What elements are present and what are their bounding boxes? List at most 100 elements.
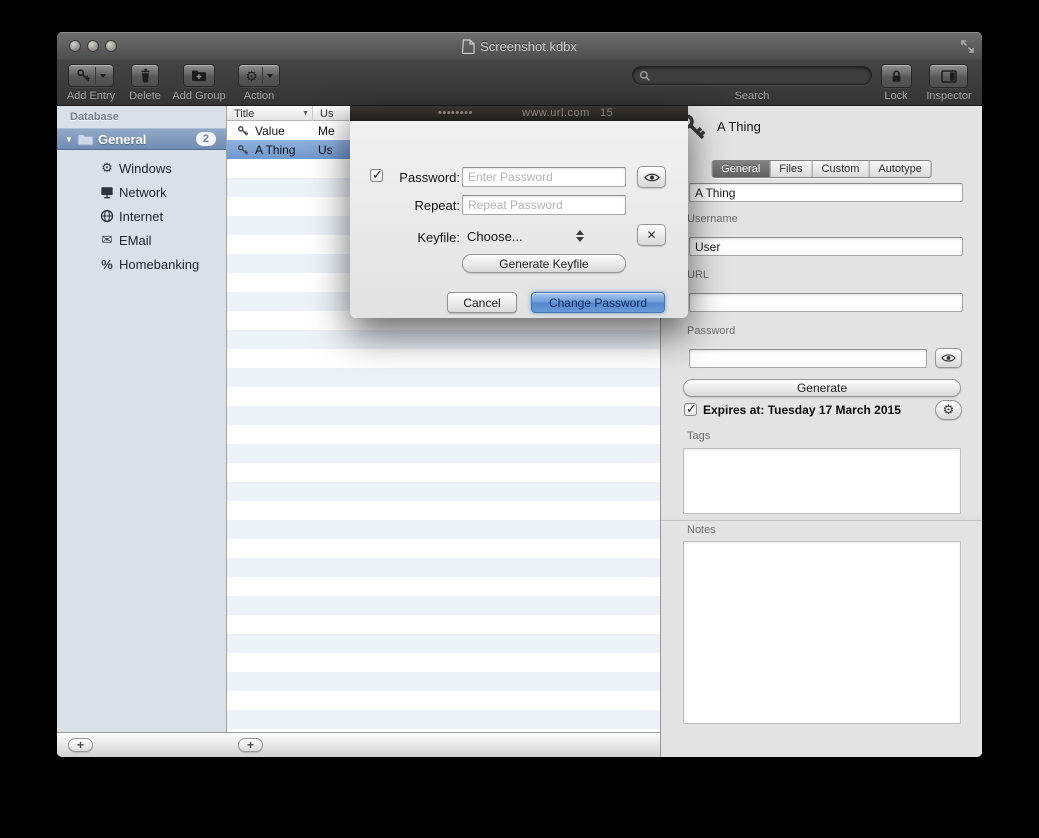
inspector-entry-title: A Thing [717, 119, 761, 134]
key-icon [76, 68, 91, 83]
generate-password-button[interactable]: Generate [683, 379, 961, 397]
obscured-url: www.url.com [522, 107, 590, 119]
search-input[interactable] [651, 69, 865, 83]
window-title: Screenshot.kdbx [480, 39, 577, 54]
sidebar-item-email[interactable]: ✉ EMail [57, 228, 226, 252]
gear-icon: ⚙ [943, 402, 955, 418]
folder-icon [77, 133, 94, 146]
disclosure-triangle-icon[interactable]: ▼ [65, 135, 77, 144]
tab-custom[interactable]: Custom [813, 161, 870, 177]
clear-keyfile-button[interactable]: ✕ [637, 224, 666, 246]
sheet-show-password-button[interactable] [637, 166, 666, 188]
username-label: Username [687, 213, 738, 225]
change-password-sheet: •••••••• www.url.com 15 ✓ Password: Repe… [350, 106, 688, 318]
generate-keyfile-button[interactable]: Generate Keyfile [462, 254, 626, 273]
tab-files[interactable]: Files [770, 161, 812, 177]
sidebar-item-network[interactable]: Network [57, 180, 226, 204]
sidebar: Database ▼ General 2 ⚙ Windows [57, 106, 227, 732]
section-divider [661, 520, 982, 521]
popup-stepper-icon [576, 230, 584, 242]
password-label: Password [687, 325, 735, 337]
action-button[interactable]: ⚙ [238, 64, 280, 87]
action-label: Action [232, 90, 286, 102]
url-label: URL [687, 269, 709, 281]
check-icon: ✓ [686, 401, 697, 417]
add-entry-button[interactable] [68, 64, 114, 87]
envelope-icon: ✉ [99, 232, 115, 248]
sort-arrow-icon: ▼ [302, 110, 309, 117]
sheet-body [350, 121, 688, 318]
new-password-input[interactable] [462, 167, 626, 187]
add-entry-plus-button[interactable]: + [238, 738, 263, 752]
fullscreen-icon[interactable] [961, 40, 974, 53]
change-password-button[interactable]: Change Password [531, 292, 665, 313]
column-header-title[interactable]: Title ▼ [227, 106, 313, 121]
add-entry-label: Add Entry [62, 90, 120, 102]
tags-input[interactable] [683, 448, 961, 514]
add-group-button[interactable] [183, 64, 215, 87]
repeat-password-input[interactable] [462, 195, 626, 215]
inspector-tabs: General Files Custom Autotype [711, 160, 932, 178]
entry-title-cell: A Thing [255, 143, 315, 157]
entry-title-cell: Value [255, 124, 315, 138]
tab-general[interactable]: General [712, 161, 770, 177]
key-icon [237, 144, 249, 156]
lock-button[interactable] [881, 64, 912, 88]
document-proxy-icon [462, 39, 475, 54]
obscured-entry-row: •••••••• www.url.com 15 [350, 106, 688, 121]
password-field[interactable] [689, 349, 927, 368]
eye-icon [644, 172, 660, 183]
close-icon: ✕ [646, 228, 656, 242]
key-icon [237, 125, 249, 137]
add-folder-icon [191, 69, 207, 82]
lock-icon [890, 69, 903, 84]
gear-icon: ⚙ [245, 69, 258, 83]
globe-icon [99, 209, 115, 223]
password-enable-checkbox[interactable]: ✓ [370, 169, 383, 182]
delete-label: Delete [123, 90, 167, 102]
dropdown-arrow-icon [100, 74, 106, 78]
trash-icon [139, 68, 152, 83]
search-field[interactable] [632, 66, 872, 85]
entry-username-cell: Me [318, 124, 335, 138]
count-badge: 2 [196, 132, 216, 146]
show-password-button[interactable] [935, 348, 962, 368]
cancel-button[interactable]: Cancel [447, 292, 517, 313]
sidebar-item-windows[interactable]: ⚙ Windows [57, 156, 226, 180]
sheet-password-label: Password: [388, 170, 460, 185]
desktop-background: Screenshot.kdbx Add Entry Delete [0, 0, 1039, 838]
add-group-plus-button[interactable]: + [68, 738, 93, 752]
lock-label: Lock [873, 90, 919, 102]
add-group-label: Add Group [171, 90, 227, 102]
inspector-panel: A Thing General Files Custom Autotype Us… [660, 106, 982, 757]
display-icon [99, 186, 115, 199]
sidebar-bottom-bar: + [57, 732, 227, 757]
username-field[interactable] [689, 237, 963, 256]
sidebar-item-homebanking[interactable]: % Homebanking [57, 252, 226, 276]
app-window: Screenshot.kdbx Add Entry Delete [57, 32, 982, 757]
sidebar-group-general[interactable]: ▼ General 2 [57, 128, 226, 150]
url-field[interactable] [689, 293, 963, 312]
eye-icon [941, 353, 956, 363]
inspector-button[interactable] [929, 64, 968, 88]
notes-input[interactable] [683, 541, 961, 724]
sheet-keyfile-label: Keyfile: [388, 230, 460, 245]
entry-username-cell: Us [318, 143, 333, 157]
button-divider [262, 67, 263, 84]
dropdown-arrow-icon [267, 74, 273, 78]
sidebar-item-internet[interactable]: Internet [57, 204, 226, 228]
button-divider [95, 67, 96, 84]
expires-checkbox[interactable]: ✓ [684, 403, 697, 416]
obscured-password-dots: •••••••• [438, 107, 473, 119]
keyfile-popup[interactable]: Choose... [462, 227, 632, 247]
search-icon [639, 70, 651, 82]
expires-options-button[interactable]: ⚙ [935, 400, 962, 420]
notes-label: Notes [687, 524, 716, 536]
sidebar-section-header: Database [70, 111, 119, 123]
tab-autotype[interactable]: Autotype [869, 161, 930, 177]
obscured-modified: 15 [600, 107, 613, 119]
delete-button[interactable] [131, 64, 159, 87]
title-field[interactable] [689, 183, 963, 202]
list-bottom-bar: + [227, 732, 660, 757]
tags-label: Tags [687, 430, 710, 442]
